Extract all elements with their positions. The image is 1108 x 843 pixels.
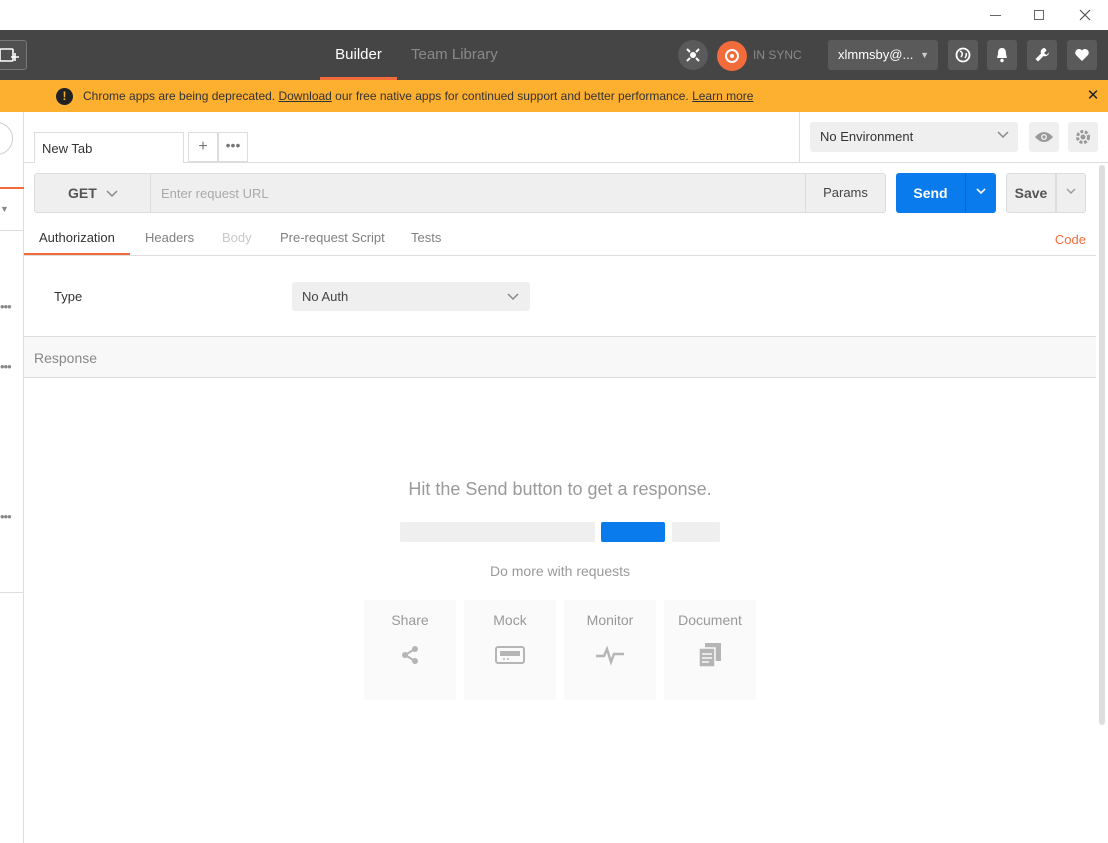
tab-pre-request-script[interactable]: Pre-request Script	[280, 222, 385, 255]
banner-text-2: our free native apps for continued suppo…	[331, 89, 693, 103]
collection-more-button[interactable]: •••	[0, 510, 12, 523]
chevron-down-icon	[506, 282, 520, 313]
sidebar-divider	[0, 592, 24, 593]
more-tabs-button[interactable]: •••	[218, 132, 248, 162]
auth-type-select[interactable]: No Auth	[292, 282, 530, 311]
collection-more-button[interactable]: •••	[0, 360, 12, 373]
sync-circle-icon	[725, 49, 739, 63]
maximize-icon	[1034, 10, 1044, 20]
tab-team-library[interactable]: Team Library	[411, 30, 498, 80]
manage-environments-button[interactable]	[1068, 122, 1098, 152]
response-header: Response	[24, 336, 1096, 378]
wrench-icon	[1035, 48, 1049, 62]
method-select[interactable]: GET	[34, 173, 151, 213]
banner-text-1: Chrome apps are being deprecated.	[83, 89, 279, 103]
url-input[interactable]	[150, 173, 806, 213]
tab-authorization[interactable]: Authorization	[24, 222, 130, 255]
banner-close-button[interactable]: ✕	[1083, 80, 1103, 112]
sidebar-search-input[interactable]	[0, 122, 13, 155]
close-window-button[interactable]	[1062, 0, 1108, 30]
document-card-label: Document	[678, 612, 742, 628]
app-header: Builder Team Library IN SYNC xlmmsby@...…	[0, 30, 1108, 80]
share-card-label: Share	[391, 612, 429, 628]
add-tab-button[interactable]: +	[188, 132, 218, 162]
chevron-down-icon: ▼	[920, 50, 929, 60]
bell-icon	[997, 48, 1007, 63]
tab-builder[interactable]: Builder	[320, 30, 397, 80]
save-button[interactable]: Save	[1006, 173, 1056, 213]
download-link[interactable]: Download	[278, 89, 331, 103]
minimize-button[interactable]	[972, 0, 1018, 30]
share-icon	[395, 640, 425, 670]
sync-status: IN SYNC	[753, 48, 802, 62]
maximize-button[interactable]	[1016, 0, 1062, 30]
settings-button[interactable]	[1027, 40, 1057, 70]
globe-icon	[955, 47, 971, 63]
save-options-button[interactable]	[1056, 173, 1086, 213]
placeholder-url-bar	[400, 522, 595, 542]
chevron-down-icon	[976, 188, 986, 195]
monitor-card-label: Monitor	[586, 612, 634, 628]
server-icon	[495, 640, 525, 670]
mock-card-label: Mock	[493, 612, 527, 628]
new-window-icon	[0, 48, 19, 62]
monitor-card[interactable]: Monitor	[564, 600, 656, 700]
chevron-down-icon[interactable]: ▼	[0, 204, 9, 214]
method-value: GET	[68, 185, 97, 201]
tab-body[interactable]: Body	[222, 222, 252, 255]
tab-headers[interactable]: Headers	[145, 222, 194, 255]
mock-card[interactable]: Mock	[464, 600, 556, 700]
params-button[interactable]: Params	[805, 173, 886, 213]
request-tab[interactable]: New Tab	[34, 132, 184, 163]
response-hint: Hit the Send button to get a response.	[408, 479, 712, 499]
environment-value: No Environment	[820, 129, 914, 144]
environment-quick-look-button[interactable]	[1029, 122, 1059, 152]
request-subtabs: Authorization Headers Body Pre-request S…	[24, 222, 1096, 256]
environment-bar: No Environment	[799, 112, 1108, 163]
gear-icon	[1076, 130, 1090, 144]
placeholder-send-bar	[601, 522, 665, 542]
user-name: xlmmsby@...	[838, 47, 914, 62]
send-button[interactable]: Send	[896, 173, 965, 213]
interceptor-button[interactable]	[948, 40, 978, 70]
satellite-icon	[686, 48, 700, 62]
deprecation-banner: ! Chrome apps are being deprecated. Down…	[0, 80, 1108, 112]
sync-icon[interactable]	[717, 41, 747, 71]
document-card[interactable]: Document	[664, 600, 756, 700]
minimize-icon	[989, 14, 1001, 16]
eye-icon	[1035, 132, 1053, 142]
close-icon	[1079, 9, 1091, 21]
notifications-button[interactable]	[987, 40, 1017, 70]
heart-icon	[1075, 49, 1089, 61]
request-tabs-bar: New Tab + •••	[24, 112, 799, 163]
window-titlebar	[0, 0, 1108, 30]
environment-select[interactable]: No Environment	[810, 122, 1018, 152]
placeholder-save-bar	[672, 522, 720, 542]
learn-more-link[interactable]: Learn more	[692, 89, 753, 103]
capture-requests-button[interactable]	[678, 40, 708, 70]
new-button[interactable]	[0, 40, 27, 70]
favorite-button[interactable]	[1067, 40, 1097, 70]
code-link[interactable]: Code	[1055, 224, 1086, 256]
warning-icon: !	[56, 88, 73, 105]
sidebar-active-indicator	[0, 187, 24, 189]
send-options-button[interactable]	[965, 173, 996, 213]
main-scrollbar[interactable]	[1099, 165, 1105, 725]
chevron-down-icon	[1066, 188, 1076, 194]
auth-type-value: No Auth	[302, 289, 349, 304]
sidebar: ▼ ••• ••• •••	[0, 112, 24, 843]
chevron-down-icon	[996, 122, 1010, 152]
auth-type-label: Type	[54, 289, 83, 304]
user-menu[interactable]: xlmmsby@... ▼	[828, 40, 938, 70]
collection-more-button[interactable]: •••	[0, 300, 12, 313]
share-card[interactable]: Share	[364, 600, 456, 700]
pulse-icon	[595, 640, 625, 670]
banner-message: Chrome apps are being deprecated. Downlo…	[83, 80, 753, 112]
chevron-down-icon	[105, 174, 119, 214]
tab-tests[interactable]: Tests	[411, 222, 441, 255]
document-icon	[695, 640, 725, 670]
do-more-heading: Do more with requests	[489, 563, 631, 579]
sidebar-divider	[0, 230, 24, 231]
